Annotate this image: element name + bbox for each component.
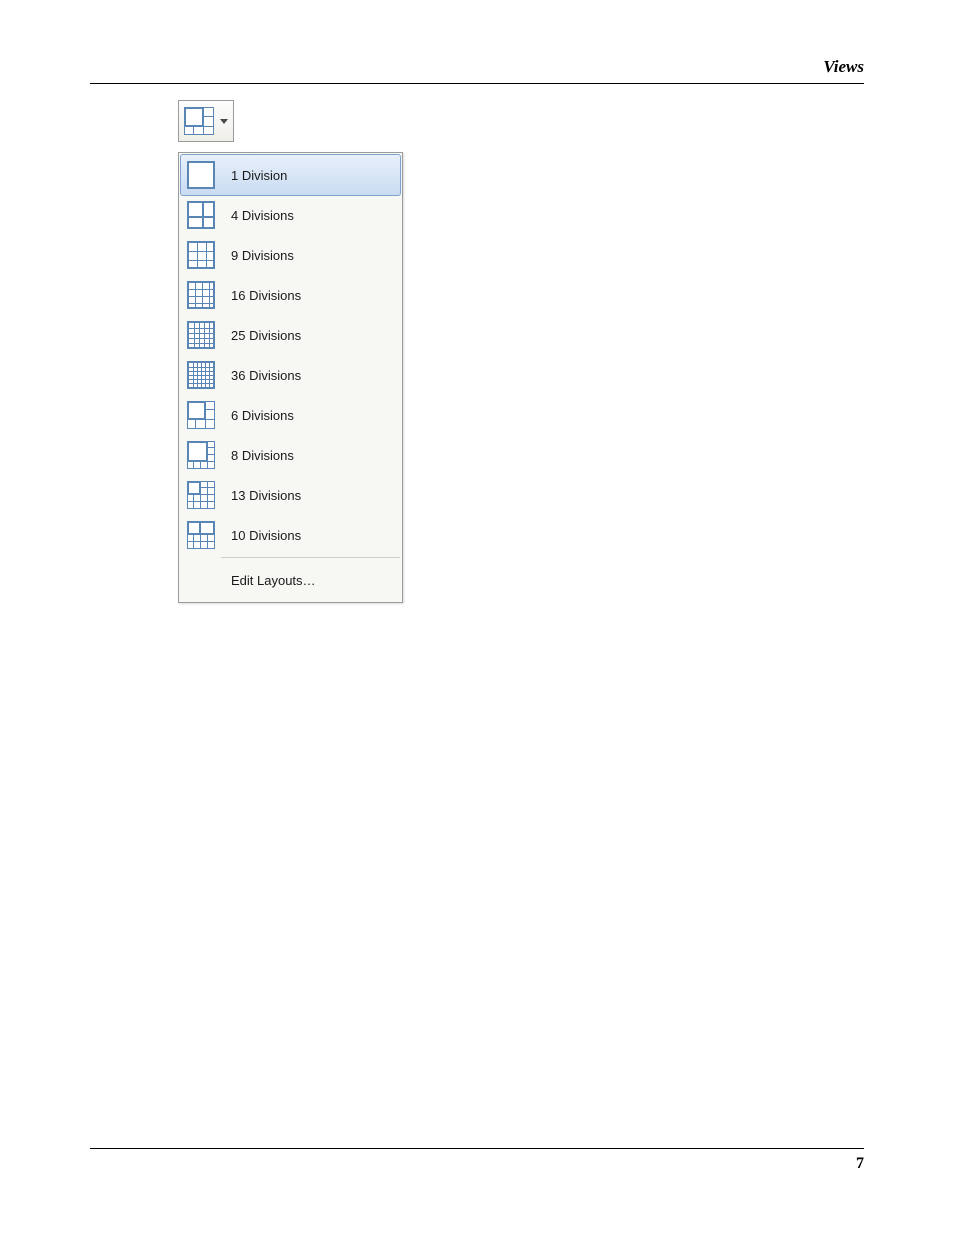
menu-item-label: 13 Divisions	[221, 488, 301, 503]
chevron-down-icon	[220, 119, 228, 124]
menu-item-label: 36 Divisions	[221, 368, 301, 383]
grid-2x2-icon	[187, 201, 215, 229]
grid-5x5-icon	[187, 321, 215, 349]
layout-6-icon	[187, 401, 215, 429]
layout-13-icon	[187, 481, 215, 509]
menu-item-13-divisions[interactable]: 13 Divisions	[181, 475, 400, 515]
menu-item-25-divisions[interactable]: 25 Divisions	[181, 315, 400, 355]
menu-item-label: 10 Divisions	[221, 528, 301, 543]
page: Views 1 Division	[0, 0, 954, 1235]
menu-item-label: 16 Divisions	[221, 288, 301, 303]
menu-item-label: 9 Divisions	[221, 248, 294, 263]
page-footer: 7	[90, 1148, 864, 1177]
menu-item-4-divisions[interactable]: 4 Divisions	[181, 195, 400, 235]
page-header: Views	[90, 55, 864, 84]
menu-item-label: 1 Division	[221, 168, 287, 183]
grid-3x3-icon	[187, 241, 215, 269]
menu-separator	[221, 557, 400, 558]
menu-item-label: 4 Divisions	[221, 208, 294, 223]
header-title: Views	[823, 57, 864, 77]
menu-item-36-divisions[interactable]: 36 Divisions	[181, 355, 400, 395]
menu-item-10-divisions[interactable]: 10 Divisions	[181, 515, 400, 555]
layout-10-icon	[187, 521, 215, 549]
menu-item-1-division[interactable]: 1 Division	[180, 154, 401, 196]
menu-item-label: 25 Divisions	[221, 328, 301, 343]
grid-6x6-icon	[187, 361, 215, 389]
menu-item-label: 6 Divisions	[221, 408, 294, 423]
grid-1-icon	[187, 161, 215, 189]
layout-8-icon	[187, 441, 215, 469]
menu-item-9-divisions[interactable]: 9 Divisions	[181, 235, 400, 275]
layout-widget: 1 Division 4 Divisions	[178, 100, 403, 603]
menu-item-16-divisions[interactable]: 16 Divisions	[181, 275, 400, 315]
menu-item-6-divisions[interactable]: 6 Divisions	[181, 395, 400, 435]
grid-4x4-icon	[187, 281, 215, 309]
layout-dropdown-button[interactable]	[178, 100, 234, 142]
menu-item-edit-layouts[interactable]: Edit Layouts…	[181, 560, 400, 600]
layout-menu: 1 Division 4 Divisions	[178, 152, 403, 603]
page-number: 7	[856, 1155, 864, 1173]
menu-item-8-divisions[interactable]: 8 Divisions	[181, 435, 400, 475]
menu-item-label: 8 Divisions	[221, 448, 294, 463]
menu-item-label: Edit Layouts…	[221, 573, 316, 588]
layout-toolbar-icon	[184, 107, 214, 135]
